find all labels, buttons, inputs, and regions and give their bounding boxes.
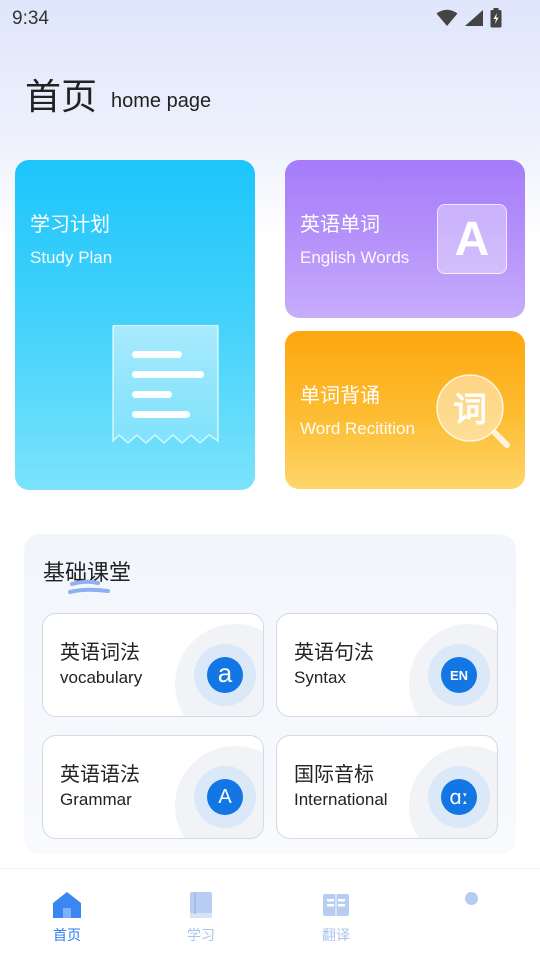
status-time: 9:34 (12, 8, 49, 29)
study-plan-subtitle: Study Plan (30, 248, 113, 267)
tile-subtitle: vocabulary (60, 668, 143, 687)
status-bar: 9:34 (0, 0, 540, 36)
tile-icon-ring: EN (428, 644, 490, 706)
english-words-title: 英语单词 (300, 212, 380, 236)
syntax-tile[interactable]: 英语句法 Syntax EN (276, 613, 498, 717)
home-icon (53, 892, 81, 918)
tile-subtitle: Grammar (60, 790, 132, 809)
word-recitation-subtitle: Word Recitition (300, 419, 415, 438)
title-underline-decoration (68, 579, 110, 594)
page-subtitle: home page (111, 90, 212, 112)
tile-icon-ring: ɑː (428, 766, 490, 828)
icon-glyph: A (218, 785, 232, 808)
nav-indicator-dot (465, 892, 478, 905)
word-recitation-title: 单词背诵 (300, 383, 380, 407)
letter-a-lowercase-icon: a (207, 657, 243, 693)
nav-item-translate[interactable]: 翻译 (301, 891, 371, 945)
magnifier-word-glyph: 词 (453, 390, 487, 430)
study-plan-card[interactable]: 学习计划 Study Plan (15, 160, 255, 490)
tile-icon-ring: A (194, 766, 256, 828)
book-icon (190, 892, 212, 918)
nav-item-home[interactable]: 首页 (32, 891, 102, 945)
word-recitation-card[interactable]: 单词背诵 Word Recitition 词 (285, 331, 525, 489)
document-icon (112, 325, 219, 445)
grammar-tile[interactable]: 英语语法 Grammar A (42, 735, 264, 839)
en-icon: EN (441, 657, 477, 693)
english-words-subtitle: English Words (300, 248, 410, 267)
letter-a-icon: A (437, 204, 507, 274)
tile-subtitle: International (294, 790, 388, 809)
tile-icon-ring: a (194, 644, 256, 706)
tile-title: 英语句法 (294, 640, 374, 664)
page-title: 首页 (25, 77, 98, 118)
battery-charging-icon (490, 8, 502, 28)
status-icons (436, 7, 502, 29)
icon-glyph: ɑː (449, 785, 469, 809)
magnifier-word-icon: 词 (436, 374, 510, 448)
letter-a-uppercase-icon: A (207, 779, 243, 815)
wifi-icon (436, 9, 458, 26)
vocabulary-tile[interactable]: 英语词法 vocabulary a (42, 613, 264, 717)
phonetic-icon: ɑː (441, 779, 477, 815)
nav-label: 翻译 (322, 928, 350, 944)
tile-title: 英语语法 (60, 762, 140, 786)
nav-label: 学习 (187, 928, 215, 944)
translate-icon (323, 894, 349, 916)
bottom-nav: 首页 学习 翻译 (0, 868, 540, 960)
basic-class-panel: 基础课堂 英语词法 vocabulary a 英语句法 Syntax EN 英语… (24, 534, 516, 854)
tile-title: 英语词法 (60, 640, 140, 664)
icon-glyph: EN (449, 667, 469, 683)
phonetic-tile[interactable]: 国际音标 International ɑː (276, 735, 498, 839)
tile-subtitle: Syntax (294, 668, 346, 687)
signal-icon (465, 10, 483, 26)
icon-glyph: a (217, 658, 233, 688)
english-words-card[interactable]: 英语单词 English Words A (285, 160, 525, 318)
study-plan-title: 学习计划 (30, 212, 110, 236)
letter-a-glyph: A (454, 212, 490, 266)
tile-title: 国际音标 (294, 762, 374, 786)
nav-item-study[interactable]: 学习 (166, 891, 236, 945)
nav-label: 首页 (53, 928, 81, 944)
